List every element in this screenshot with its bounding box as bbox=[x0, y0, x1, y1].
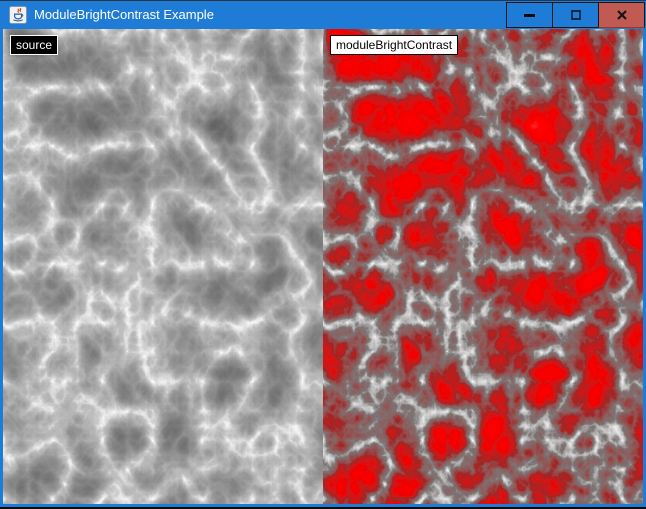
module-image-label: moduleBrightContrast bbox=[330, 35, 458, 55]
minimize-button[interactable] bbox=[506, 2, 553, 28]
maximize-button[interactable] bbox=[552, 2, 599, 28]
module-bright-contrast-image bbox=[323, 29, 643, 504]
java-coffee-cup-icon bbox=[9, 6, 27, 24]
panel-source: source bbox=[3, 29, 323, 504]
minimize-icon bbox=[524, 14, 535, 17]
source-image-label: source bbox=[10, 35, 58, 55]
titlebar[interactable]: ModuleBrightContrast Example bbox=[0, 0, 646, 29]
image-area: source moduleBrightContrast bbox=[3, 29, 643, 504]
window-controls bbox=[507, 2, 645, 28]
close-icon bbox=[617, 10, 627, 20]
app-window: ModuleBrightContrast Example bbox=[0, 0, 646, 509]
source-image bbox=[3, 29, 323, 504]
maximize-icon bbox=[571, 10, 581, 20]
panel-module-bright-contrast: moduleBrightContrast bbox=[323, 29, 643, 504]
close-button[interactable] bbox=[598, 2, 645, 28]
window-title: ModuleBrightContrast Example bbox=[34, 1, 214, 30]
